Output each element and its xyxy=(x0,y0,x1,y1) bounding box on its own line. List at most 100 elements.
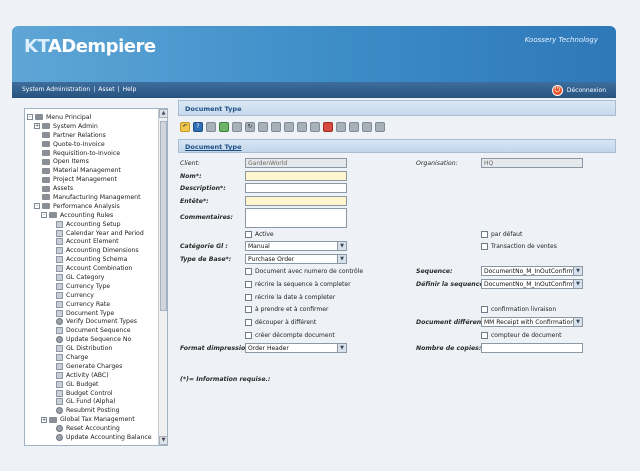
help-icon[interactable]: ? xyxy=(193,122,203,132)
history-icon[interactable] xyxy=(297,122,307,132)
definir-sequence-select[interactable]: DocumentNo_M_InOutConfirm ▼ xyxy=(481,279,583,289)
tree-item[interactable]: Resubmit Posting xyxy=(27,406,159,415)
tree-item[interactable]: - Performance Analysis xyxy=(27,202,159,211)
tree-item[interactable]: Assets xyxy=(27,184,159,193)
expand-icon[interactable]: + xyxy=(34,123,40,130)
tree-item-label: Document Sequence xyxy=(66,327,131,335)
tree-item[interactable]: Currency Rate xyxy=(27,300,159,309)
scroll-down-icon[interactable]: ▼ xyxy=(159,436,168,445)
tree-item-label: Quote-to-Invoice xyxy=(53,140,105,148)
tree-item[interactable]: Document Type xyxy=(27,309,159,318)
entete-field[interactable] xyxy=(245,196,347,206)
tree-item[interactable]: + Global Tax Management xyxy=(27,415,159,424)
tree-item[interactable]: GL Category xyxy=(27,273,159,282)
tab-document-type[interactable]: Document Type xyxy=(185,143,241,151)
tree-item[interactable]: Currency xyxy=(27,291,159,300)
definir-sequence-label: Définir la sequence: xyxy=(416,281,487,288)
tree-scrollbar[interactable]: ▲ ▼ xyxy=(158,109,168,445)
sequence-select[interactable]: DocumentNo_M_InOutConfirm ▼ xyxy=(481,266,583,276)
format-impression-select[interactable]: Order Header ▼ xyxy=(245,343,347,353)
copy-icon[interactable] xyxy=(219,122,229,132)
tree-item[interactable]: - Accounting Rules xyxy=(27,211,159,220)
refresh-icon[interactable]: ↻ xyxy=(245,122,255,132)
tree-item[interactable]: Activity (ABC) xyxy=(27,371,159,380)
tree-item[interactable]: Document Sequence xyxy=(27,326,159,335)
client-label: Client: xyxy=(180,160,200,167)
tree-item[interactable]: Reset Accounting xyxy=(27,424,159,433)
tree-item[interactable]: Accounting Setup xyxy=(27,220,159,229)
recrire-sequence-checkbox[interactable]: récrire la sequence à completer xyxy=(245,281,351,288)
tree-item-label: Open Items xyxy=(53,158,89,166)
export-icon[interactable] xyxy=(362,122,372,132)
nav-link-help[interactable]: Help xyxy=(123,86,137,93)
print-preview-icon[interactable] xyxy=(336,122,346,132)
new-icon[interactable] xyxy=(206,122,216,132)
app-header: KTADempiere Koossery Technology xyxy=(12,26,616,82)
tree-item[interactable]: Charge xyxy=(27,353,159,362)
tree-item[interactable]: Partner Relations xyxy=(27,131,159,140)
nombre-copies-field[interactable] xyxy=(481,343,583,353)
nav-link-asset[interactable]: Asset xyxy=(98,86,114,93)
tree-item[interactable]: + System Admin xyxy=(27,122,159,131)
tree-item[interactable]: Manufacturing Management xyxy=(27,193,159,202)
nav-link-system-admin[interactable]: System Administration xyxy=(22,86,90,93)
commentaires-textarea[interactable] xyxy=(245,208,347,228)
tree-item[interactable]: Calendar Year and Period xyxy=(27,229,159,238)
recrire-sequence-label: récrire la sequence à completer xyxy=(255,281,351,288)
tree-item[interactable]: Account Element xyxy=(27,237,159,246)
find-icon[interactable] xyxy=(258,122,268,132)
undo-icon[interactable]: ↶ xyxy=(180,122,190,132)
tree-item[interactable]: Project Management xyxy=(27,175,159,184)
tree-item[interactable]: Update Accounting Balance xyxy=(27,433,159,442)
decouper-checkbox[interactable]: découper à différent xyxy=(245,319,316,326)
scroll-thumb[interactable] xyxy=(160,121,167,311)
tree-item[interactable]: GL Fund (Alpha) xyxy=(27,398,159,407)
creer-decompte-checkbox[interactable]: créer décompte document xyxy=(245,332,335,339)
tree-item[interactable]: Accounting Schema xyxy=(27,255,159,264)
tree-item[interactable]: Budget Control xyxy=(27,389,159,398)
scroll-up-icon[interactable]: ▲ xyxy=(159,109,168,118)
tree-item[interactable]: Account Combination xyxy=(27,264,159,273)
tree-item[interactable]: - Menu Principal xyxy=(27,113,159,122)
tree-item[interactable]: Update Sequence No xyxy=(27,335,159,344)
nom-field[interactable] xyxy=(245,171,347,181)
confirmation-livraison-checkbox[interactable]: confirmation livraison xyxy=(481,306,556,313)
tree-item[interactable]: GL Budget xyxy=(27,380,159,389)
print-icon[interactable] xyxy=(349,122,359,132)
tree-item[interactable]: Accounting Dimensions xyxy=(27,246,159,255)
categorie-gl-select[interactable]: Manual ▼ xyxy=(245,241,347,251)
tree-item[interactable]: Verify Document Types xyxy=(27,317,159,326)
collapse-icon[interactable]: - xyxy=(34,203,40,210)
type-base-select[interactable]: Purchase Order ▼ xyxy=(245,254,347,264)
doc-num-controle-checkbox[interactable]: Document avec numero de contrôle xyxy=(245,268,363,275)
recrire-date-checkbox[interactable]: récrire la date à completer xyxy=(245,294,335,301)
tree-item-label: Partner Relations xyxy=(53,131,106,139)
expand-icon[interactable]: + xyxy=(41,416,47,423)
tree-item[interactable]: Requisition-to-Invoice xyxy=(27,149,159,158)
save-icon[interactable] xyxy=(232,122,242,132)
zoom-icon[interactable] xyxy=(284,122,294,132)
checkbox-icon xyxy=(245,306,252,313)
tree-item[interactable]: Material Management xyxy=(27,166,159,175)
tree-item[interactable]: Open Items xyxy=(27,157,159,166)
document-different-select[interactable]: MM Receipt with Confirmation ▼ xyxy=(481,317,583,327)
tree-item[interactable]: Generate Charges xyxy=(27,362,159,371)
logout-button[interactable]: ⏻ Déconnexion xyxy=(551,84,606,96)
tree-item[interactable]: Quote-to-Invoice xyxy=(27,140,159,149)
home-icon[interactable] xyxy=(323,122,333,132)
transaction-ventes-checkbox[interactable]: Transaction de ventes xyxy=(481,243,557,250)
tree-item[interactable]: Currency Type xyxy=(27,282,159,291)
report-icon[interactable] xyxy=(375,122,385,132)
compteur-document-checkbox[interactable]: compteur de document xyxy=(481,332,562,339)
description-field[interactable] xyxy=(245,183,347,193)
a-prendre-checkbox[interactable]: à prendre et à confirmer xyxy=(245,306,328,313)
active-checkbox[interactable]: Active xyxy=(245,231,274,238)
tree-item[interactable]: GL Distribution xyxy=(27,344,159,353)
nav-separator: | xyxy=(93,86,96,93)
tree-item-label: Project Management xyxy=(53,176,117,184)
par-defaut-checkbox[interactable]: par défaut xyxy=(481,231,522,238)
attachment-icon[interactable] xyxy=(271,122,281,132)
collapse-icon[interactable]: - xyxy=(41,212,47,219)
zoom-across-icon[interactable] xyxy=(310,122,320,132)
collapse-icon[interactable]: - xyxy=(27,114,33,121)
